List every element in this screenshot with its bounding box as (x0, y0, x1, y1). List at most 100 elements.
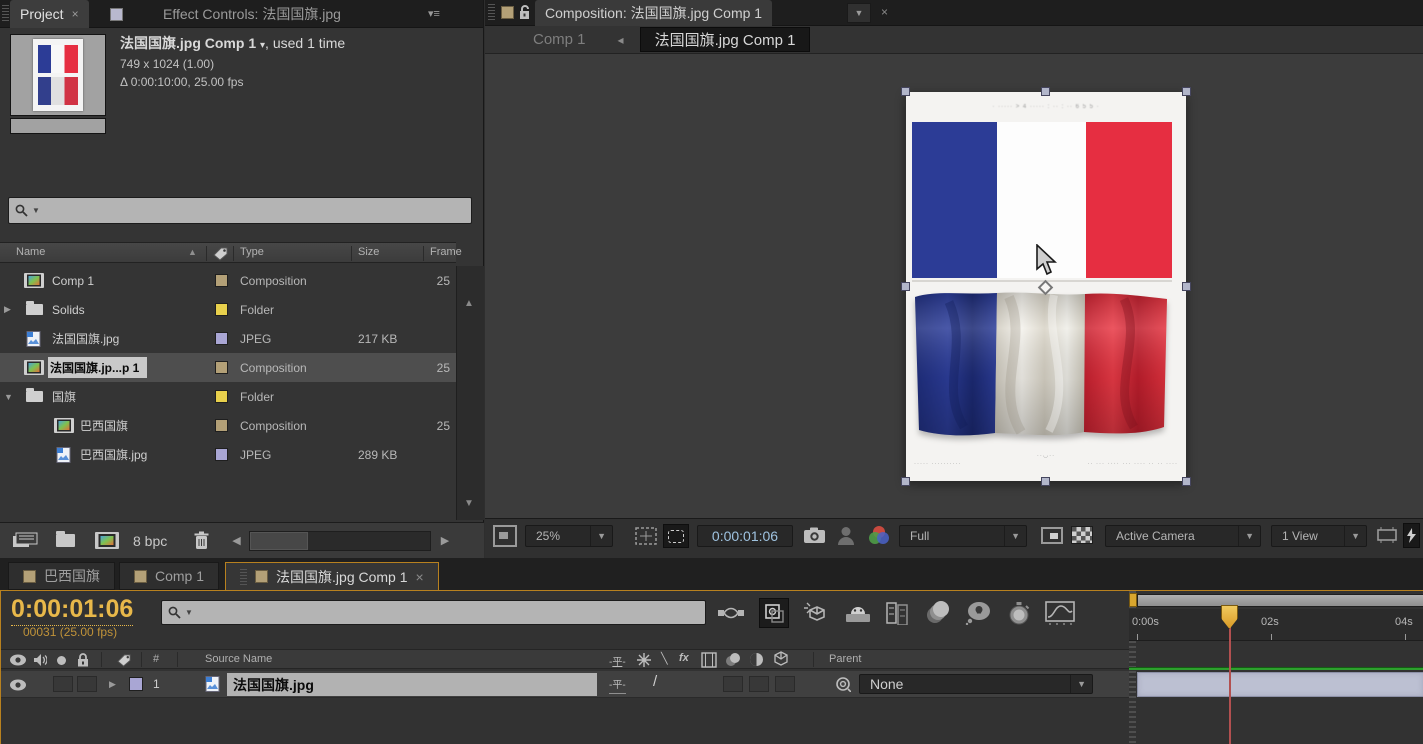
panel-grip[interactable] (240, 569, 247, 585)
layer-duration-bar[interactable] (1137, 672, 1423, 697)
tab-close-icon[interactable]: × (416, 569, 424, 585)
new-composition-icon[interactable] (95, 532, 119, 549)
selection-handle[interactable] (1041, 87, 1050, 96)
eye-icon[interactable] (9, 679, 27, 691)
breadcrumb-prev[interactable]: Comp 1 (533, 31, 586, 48)
panel-grip[interactable] (488, 4, 495, 22)
region-of-interest-button[interactable] (663, 524, 689, 548)
audio-icon[interactable] (33, 653, 47, 667)
hscroll-right-icon[interactable]: ▶ (441, 534, 449, 547)
project-vertical-scrollbar[interactable]: ▲ ▼ (456, 266, 484, 520)
parent-pickwhip-icon[interactable] (835, 676, 851, 692)
layer-switch-empty[interactable] (749, 676, 769, 692)
tab-effect-controls[interactable]: Effect Controls: 法国国旗.jpg (100, 0, 351, 28)
timeline-button-icon[interactable] (1377, 526, 1397, 544)
col-type[interactable]: Type (240, 246, 264, 258)
auto-keyframe-stopwatch-icon[interactable] (1007, 600, 1031, 626)
project-row-guoqi-folder[interactable]: ▼ 国旗 Folder (0, 382, 456, 411)
footage-title[interactable]: 法国国旗.jpg Comp 1 (120, 35, 256, 51)
twirl-collapsed-icon[interactable]: ▶ (4, 304, 11, 315)
magnification-dropdown[interactable]: 25% ▼ (525, 525, 613, 547)
selection-handle[interactable] (901, 87, 910, 96)
3d-layer-switch-icon[interactable] (773, 651, 789, 667)
grid-guides-icon[interactable] (635, 527, 657, 545)
view-count-dropdown[interactable]: 1 View ▼ (1271, 525, 1367, 547)
parent-dropdown[interactable]: None ▼ (859, 674, 1093, 694)
motion-blur-icon[interactable] (925, 601, 951, 625)
label-color[interactable] (215, 274, 228, 287)
layer-label-color[interactable] (129, 677, 143, 691)
label-column-icon[interactable] (117, 653, 132, 667)
bit-depth-button[interactable]: 8 bpc (133, 533, 167, 549)
quality-switch-icon[interactable]: ╲ (661, 652, 668, 665)
col-source-name[interactable]: Source Name (205, 653, 272, 665)
project-row-france-comp-selected[interactable]: 法国国旗.jp...p 1 Composition 25 (0, 353, 456, 382)
lock-icon[interactable] (519, 5, 532, 20)
scrollbar-thumb[interactable] (250, 532, 308, 550)
comp-viewer[interactable]: · ····· > 4 ····· : ·· : ·· 6 5 5 · ····… (485, 54, 1423, 518)
hscroll-left-icon[interactable]: ◀ (232, 534, 240, 547)
work-area-start-marker[interactable] (1129, 593, 1137, 607)
lock-toggle-empty[interactable] (77, 676, 97, 692)
twirl-collapsed-icon[interactable]: ▶ (109, 679, 116, 690)
brainstorm-icon[interactable] (965, 601, 993, 625)
timeline-tab-france-active[interactable]: 法国国旗.jpg Comp 1 × (225, 562, 439, 590)
search-caret-icon[interactable]: ▼ (185, 608, 193, 617)
shy-layers-icon[interactable] (845, 602, 871, 624)
transparency-grid-icon[interactable] (1071, 526, 1093, 544)
live-update-cube-icon[interactable] (803, 601, 831, 625)
footage-thumbnail[interactable] (10, 34, 106, 116)
layer-switch-empty[interactable] (723, 676, 743, 692)
channel-rgb-icon[interactable] (867, 525, 891, 546)
label-column-icon[interactable] (213, 246, 229, 261)
label-color[interactable] (215, 419, 228, 432)
resolution-dropdown[interactable]: Full ▼ (899, 525, 1027, 547)
collapse-transformations-icon[interactable] (637, 653, 651, 667)
project-row-france-jpg[interactable]: 法国国旗.jpg JPEG 217 KB (0, 324, 456, 353)
audio-toggle-empty[interactable] (53, 676, 73, 692)
col-size[interactable]: Size (358, 246, 379, 258)
draft-3d-button-active[interactable] (759, 598, 789, 628)
selection-handle[interactable] (1182, 87, 1191, 96)
motion-blur-switch-icon[interactable] (725, 652, 741, 667)
label-color[interactable] (215, 390, 228, 403)
adjustment-layer-switch-icon[interactable] (749, 652, 764, 667)
show-snapshot-icon[interactable] (837, 526, 855, 545)
mini-flowchart-icon[interactable] (717, 605, 745, 621)
layer-shy-switch[interactable]: -平- (609, 676, 626, 694)
breadcrumb-current[interactable]: 法国国旗.jpg Comp 1 (640, 27, 811, 52)
work-area-bar[interactable] (1137, 594, 1423, 607)
label-color[interactable] (215, 332, 228, 345)
frame-blending-icon[interactable] (885, 601, 911, 625)
effects-switch-icon[interactable]: fx (679, 652, 689, 664)
twirl-expanded-icon[interactable]: ▼ (4, 392, 13, 402)
tab-project-close-icon[interactable]: × (72, 7, 79, 21)
timeline-tab-comp1[interactable]: Comp 1 (119, 562, 219, 590)
layer-name-cell-selected[interactable]: 法国国旗.jpg (227, 673, 597, 696)
label-color[interactable] (215, 361, 228, 374)
label-color[interactable] (215, 448, 228, 461)
lock-icon[interactable] (77, 653, 89, 667)
viewer-lock-icon[interactable] (493, 525, 517, 547)
project-row-brazil-jpg[interactable]: 巴西国旗.jpg JPEG 289 KB (0, 440, 456, 469)
panel-menu-icon[interactable]: ▾≡ (428, 7, 440, 20)
col-name[interactable]: Name (16, 246, 45, 258)
selection-handle[interactable] (901, 282, 910, 291)
project-horizontal-scrollbar[interactable] (249, 531, 431, 551)
snapshot-camera-icon[interactable] (803, 527, 826, 544)
frame-blend-switch-icon[interactable] (701, 652, 717, 668)
interpret-footage-icon[interactable] (12, 532, 38, 550)
solo-icon[interactable] (57, 656, 66, 665)
layer-quality-switch[interactable]: / (653, 673, 657, 690)
project-row-brazil-comp[interactable]: 巴西国旗 Composition 25 (0, 411, 456, 440)
timeline-search-input[interactable]: ▼ (161, 600, 706, 625)
tab-project[interactable]: Project × (10, 0, 89, 28)
col-parent[interactable]: Parent (829, 653, 861, 665)
graph-editor-icon[interactable] (1045, 601, 1075, 625)
new-folder-icon[interactable] (56, 534, 75, 547)
selection-handle[interactable] (901, 477, 910, 486)
scroll-up-icon[interactable]: ▲ (464, 298, 474, 309)
col-frame[interactable]: Frame (430, 246, 462, 258)
comp-timecode-button[interactable]: 0:00:01:06 (697, 525, 793, 547)
selection-handle[interactable] (1182, 282, 1191, 291)
